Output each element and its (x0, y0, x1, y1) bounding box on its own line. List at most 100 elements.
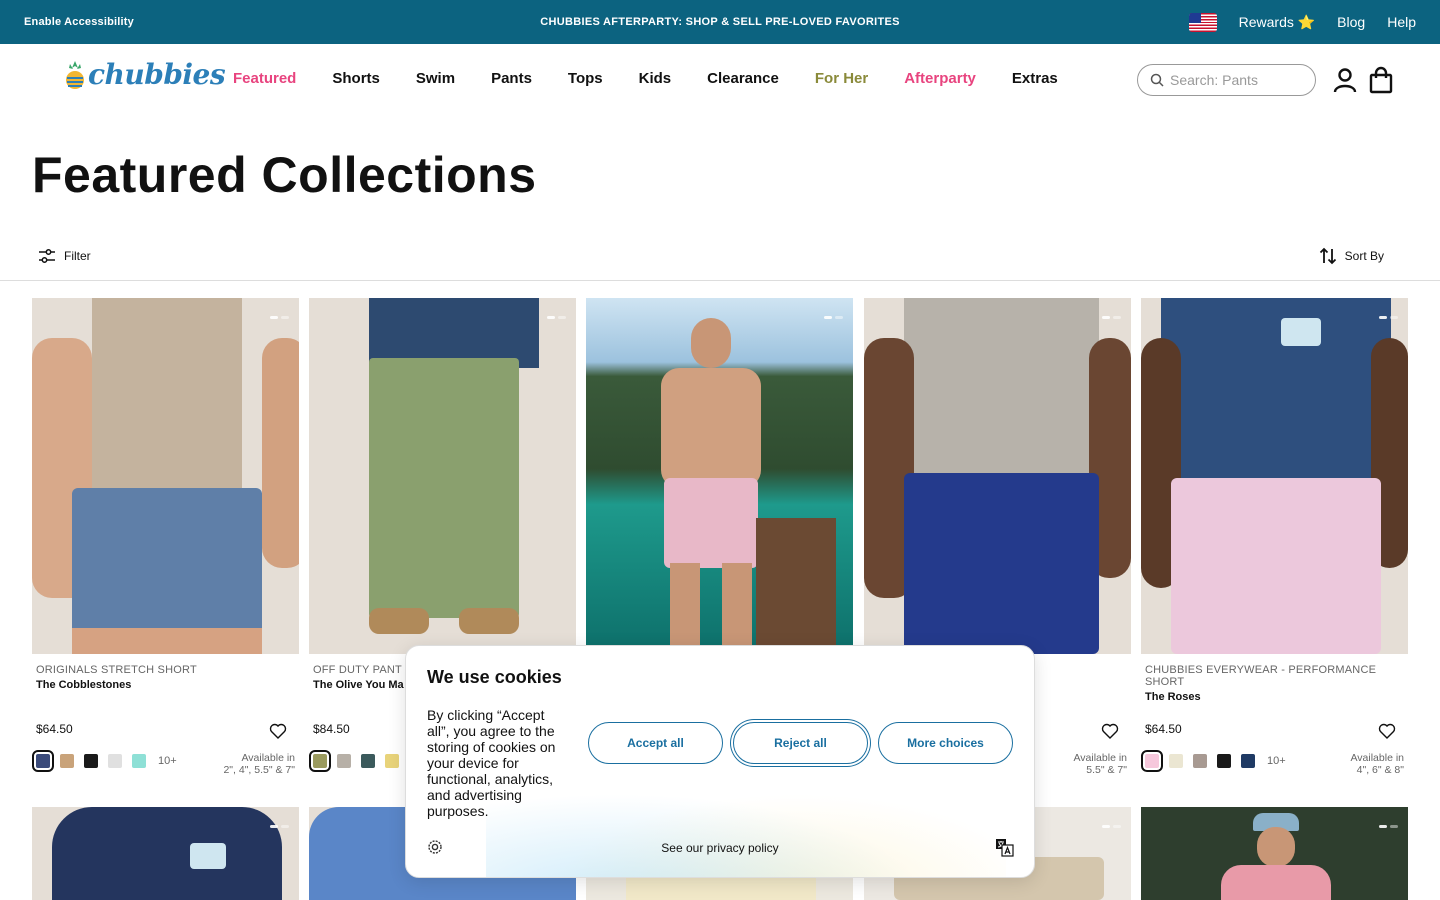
help-link[interactable]: Help (1387, 14, 1416, 30)
topbar-utility-links: Rewards ⭐ Blog Help (1188, 12, 1416, 32)
availability-lengths: 4", 6" & 8" (1356, 764, 1404, 776)
cart-icon[interactable] (1367, 66, 1395, 94)
nav-tops[interactable]: Tops (568, 70, 603, 87)
availability-lengths: 5.5" & 7" (1086, 764, 1127, 776)
nav-for-her[interactable]: For Her (815, 70, 868, 87)
search-box[interactable] (1137, 64, 1316, 96)
chubbies-logo[interactable]: chubbies (64, 58, 226, 91)
blog-link[interactable]: Blog (1337, 14, 1365, 30)
wishlist-heart-icon[interactable] (1378, 722, 1396, 740)
color-swatch[interactable] (337, 754, 351, 768)
color-swatch[interactable] (1217, 754, 1231, 768)
translate-icon[interactable] (995, 838, 1014, 857)
sort-label: Sort By (1344, 249, 1384, 263)
search-input[interactable] (1170, 72, 1310, 88)
sort-arrows-icon (1319, 247, 1336, 265)
product-name[interactable]: The Roses (1145, 691, 1408, 703)
product-card: Available in 5.5" & 7" (864, 298, 1131, 776)
product-image[interactable] (32, 807, 299, 900)
nav-extras[interactable]: Extras (1012, 70, 1058, 87)
page-title: Featured Collections (32, 147, 537, 203)
more-choices-button[interactable]: More choices (878, 722, 1013, 764)
color-swatch[interactable] (1169, 754, 1183, 768)
filter-button[interactable]: Filter (38, 247, 91, 265)
product-card (586, 298, 853, 654)
product-collection: ORIGINALS STRETCH SHORT (36, 664, 197, 676)
sort-button[interactable]: Sort By (1319, 247, 1384, 265)
product-card: OFF DUTY PANT The Olive You Ma $84.50 (309, 298, 576, 772)
product-price: $64.50 (1145, 722, 1182, 736)
image-carousel-dots[interactable] (547, 316, 566, 319)
rewards-link[interactable]: Rewards ⭐ (1239, 14, 1316, 31)
announcement-bar: Enable Accessibility CHUBBIES AFTERPARTY… (0, 0, 1440, 44)
color-swatch[interactable] (60, 754, 74, 768)
availability-label: Available in (1350, 752, 1404, 764)
accept-all-button[interactable]: Accept all (588, 722, 723, 764)
nav-featured[interactable]: Featured (233, 70, 296, 87)
color-swatches: 10+ (32, 750, 177, 772)
cookie-description: By clicking “Accept all”, you agree to t… (427, 707, 556, 819)
nav-pants[interactable]: Pants (491, 70, 532, 87)
wishlist-heart-icon[interactable] (269, 722, 287, 740)
pineapple-icon (66, 60, 84, 89)
product-card (32, 807, 299, 900)
nav-kids[interactable]: Kids (639, 70, 672, 87)
availability-note: Available in 2", 4", 5.5" & 7" (223, 752, 295, 776)
filter-icon (39, 249, 55, 263)
availability-label: Available in (241, 752, 295, 764)
image-carousel-dots[interactable] (1102, 825, 1121, 828)
product-image[interactable] (864, 298, 1131, 654)
availability-label: Available in (1073, 752, 1127, 764)
availability-lengths: 2", 4", 5.5" & 7" (223, 764, 295, 776)
product-card: CHUBBIES EVERYWEAR - PERFORMANCE SHORT T… (1141, 298, 1408, 776)
availability-note: Available in 5.5" & 7" (1073, 752, 1127, 776)
promo-link[interactable]: CHUBBIES AFTERPARTY: SHOP & SELL PRE-LOV… (540, 16, 899, 28)
filter-label: Filter (64, 249, 91, 263)
product-image[interactable] (1141, 298, 1408, 654)
product-price: $84.50 (313, 722, 350, 736)
product-image[interactable] (32, 298, 299, 654)
product-image[interactable] (1141, 807, 1408, 900)
nav-afterparty[interactable]: Afterparty (904, 70, 976, 87)
color-swatch[interactable] (385, 754, 399, 768)
nav-shorts[interactable]: Shorts (332, 70, 380, 87)
image-carousel-dots[interactable] (270, 316, 289, 319)
nav-clearance[interactable]: Clearance (707, 70, 779, 87)
product-image[interactable] (309, 298, 576, 654)
color-swatch[interactable] (108, 754, 122, 768)
color-swatches: 10+ (1141, 750, 1286, 772)
color-swatch[interactable] (32, 750, 54, 772)
account-icon[interactable] (1331, 66, 1359, 94)
color-swatches (309, 750, 399, 772)
image-carousel-dots[interactable] (1379, 825, 1398, 828)
logo-wordmark: chubbies (88, 58, 226, 91)
color-swatch[interactable] (132, 754, 146, 768)
enable-accessibility-link[interactable]: Enable Accessibility (24, 16, 134, 28)
image-carousel-dots[interactable] (270, 825, 289, 828)
product-price: $64.50 (36, 722, 73, 736)
main-nav: Featured Shorts Swim Pants Tops Kids Cle… (233, 70, 1058, 87)
wishlist-heart-icon[interactable] (1101, 722, 1119, 740)
product-collection: CHUBBIES EVERYWEAR - PERFORMANCE SHORT (1145, 664, 1377, 688)
us-flag-icon[interactable] (1188, 12, 1217, 32)
product-name[interactable]: The Cobblestones (36, 679, 299, 691)
color-swatch[interactable] (309, 750, 331, 772)
product-card: ORIGINALS STRETCH SHORT The Cobblestones… (32, 298, 299, 776)
privacy-policy-link[interactable]: See our privacy policy (661, 841, 778, 855)
image-carousel-dots[interactable] (1379, 316, 1398, 319)
color-swatch[interactable] (1141, 750, 1163, 772)
image-carousel-dots[interactable] (824, 316, 843, 319)
reject-all-button[interactable]: Reject all (733, 722, 868, 764)
privacy-policy-row: See our privacy policy (406, 841, 1034, 855)
color-swatch[interactable] (84, 754, 98, 768)
more-colors-link[interactable]: 10+ (158, 755, 177, 767)
color-swatch[interactable] (1241, 754, 1255, 768)
product-card (1141, 807, 1408, 900)
nav-swim[interactable]: Swim (416, 70, 455, 87)
search-icon (1150, 73, 1164, 87)
color-swatch[interactable] (361, 754, 375, 768)
product-image[interactable] (586, 298, 853, 654)
color-swatch[interactable] (1193, 754, 1207, 768)
image-carousel-dots[interactable] (1102, 316, 1121, 319)
more-colors-link[interactable]: 10+ (1267, 755, 1286, 767)
